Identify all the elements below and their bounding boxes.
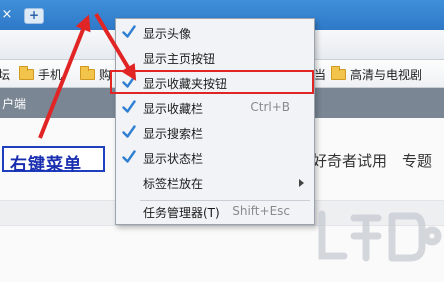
callout-text: 右键菜单	[10, 155, 82, 175]
callout-label: 右键菜单	[2, 146, 105, 175]
watermark-logo	[318, 210, 442, 262]
arrow-to-tabbar	[38, 14, 91, 139]
arrow-to-menu-item	[94, 12, 137, 81]
